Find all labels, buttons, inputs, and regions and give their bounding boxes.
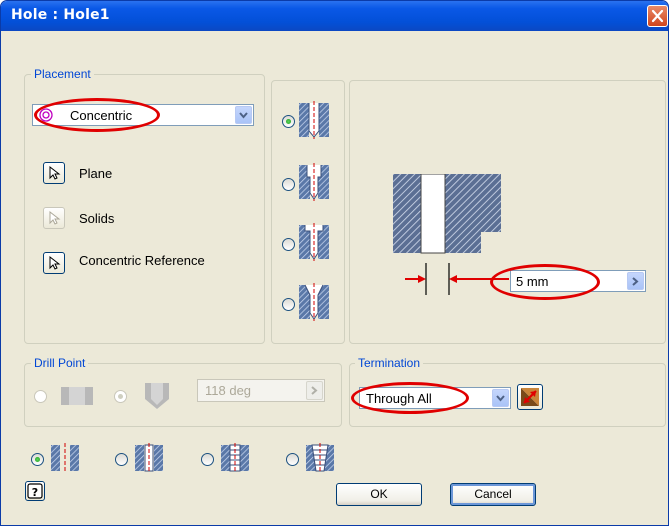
hole-type-radio-spotface[interactable] — [282, 238, 295, 251]
dialog-title: Hole : Hole1 — [11, 7, 110, 23]
hole-preview-image — [393, 174, 501, 254]
flip-direction-button[interactable] — [517, 384, 543, 410]
chevron-down-icon — [496, 395, 505, 402]
drill-angle-menu-button[interactable] — [306, 381, 323, 400]
thread-type-radio-taper-tapped[interactable] — [286, 453, 299, 466]
chevron-right-icon — [632, 277, 639, 286]
termination-value: Through All — [366, 391, 432, 406]
ok-button[interactable]: OK — [336, 483, 422, 506]
svg-text:?: ? — [32, 486, 38, 499]
hole-type-radio-drilled[interactable] — [282, 115, 295, 128]
cancel-button[interactable]: Cancel — [450, 483, 536, 506]
diameter-value: 5 mm — [516, 274, 549, 289]
drill-point-group-label: Drill Point — [31, 356, 89, 370]
thread-type-radio-clearance[interactable] — [115, 453, 128, 466]
diameter-menu-button[interactable] — [627, 272, 644, 290]
placement-group-label: Placement — [31, 67, 94, 81]
drilled-hole-icon — [299, 101, 329, 139]
counterbore-hole-icon — [299, 163, 329, 201]
flat-drill-point-icon — [61, 387, 93, 405]
drill-angle-input[interactable]: 118 deg — [197, 379, 325, 402]
taper-tapped-hole-icon — [306, 443, 334, 473]
select-arrow-icon — [49, 165, 61, 180]
spotface-hole-icon — [299, 223, 329, 261]
flip-direction-icon — [521, 388, 539, 406]
termination-dropdown-button[interactable] — [492, 389, 509, 407]
concentric-icon — [39, 108, 53, 122]
clearance-hole-icon — [135, 443, 163, 473]
placement-type-value: Concentric — [70, 108, 133, 123]
drill-point-angle-radio[interactable] — [114, 390, 127, 403]
solids-label: Solids — [79, 211, 115, 226]
select-arrow-icon — [49, 255, 61, 270]
termination-dropdown[interactable]: Through All — [359, 387, 511, 409]
thread-type-radio-tapped[interactable] — [201, 453, 214, 466]
concentric-reference-select-button[interactable] — [43, 252, 65, 274]
hole-dialog: Hole : Hole1 Placement Concentric Plane — [0, 0, 669, 526]
chevron-right-icon — [311, 386, 318, 395]
diameter-dimension-arrows — [405, 263, 509, 295]
hole-type-radio-counterbore[interactable] — [282, 178, 295, 191]
drill-angle-value: 118 deg — [205, 383, 252, 398]
concentric-reference-label: Concentric Reference — [79, 253, 205, 268]
help-button[interactable]: ? — [25, 481, 45, 501]
select-arrow-icon — [49, 210, 61, 225]
close-icon — [651, 9, 664, 23]
placement-type-dropdown-button[interactable] — [235, 106, 252, 124]
plane-select-button[interactable] — [43, 162, 65, 184]
drill-point-flat-radio[interactable] — [34, 390, 47, 403]
tapped-hole-icon — [221, 443, 249, 473]
placement-type-dropdown[interactable]: Concentric — [32, 104, 254, 126]
simple-hole-icon — [51, 443, 79, 473]
angle-drill-point-icon — [145, 383, 169, 409]
hole-type-radio-countersink[interactable] — [282, 298, 295, 311]
title-bar[interactable]: Hole : Hole1 — [1, 1, 668, 31]
thread-type-radio-simple[interactable] — [31, 453, 44, 466]
diameter-input[interactable]: 5 mm — [510, 270, 646, 292]
countersink-hole-icon — [299, 283, 329, 321]
termination-group-label: Termination — [355, 356, 424, 370]
solids-select-button[interactable] — [43, 207, 65, 229]
plane-label: Plane — [79, 166, 113, 181]
help-icon: ? — [27, 483, 43, 499]
chevron-down-icon — [239, 112, 248, 119]
close-button[interactable] — [647, 5, 668, 27]
